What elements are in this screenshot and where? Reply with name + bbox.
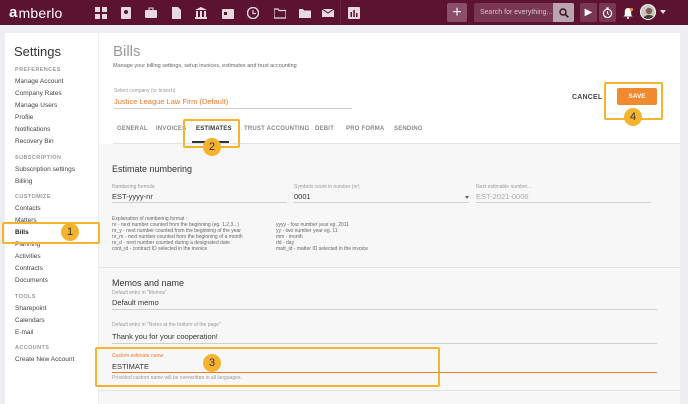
folder-icon[interactable] — [271, 4, 289, 21]
settings-title: Settings — [14, 44, 61, 59]
sidebar-item-profile[interactable]: Profile — [15, 114, 33, 121]
calendar-icon[interactable] — [219, 4, 237, 21]
amberlo-logo[interactable]: a mberlo — [9, 4, 63, 21]
step-badge-4: 4 — [624, 108, 642, 126]
contacts-icon[interactable] — [117, 4, 135, 21]
tab-invoices[interactable]: INVOICES — [156, 126, 186, 132]
sidebar-item-activities[interactable]: Activities — [15, 253, 41, 260]
sidebar-item-manage-users[interactable]: Manage Users — [15, 102, 57, 109]
tab-debit[interactable]: DEBIT — [315, 126, 334, 132]
sidebar-item-create-new-account[interactable]: Create New Account — [15, 356, 74, 363]
section-customize: CUSTOMIZE — [15, 194, 51, 200]
memo-input[interactable]: Default memo — [112, 298, 159, 307]
memos-title: Memos and name — [112, 278, 185, 288]
company-select-label: Select company (or branch) — [114, 88, 176, 94]
page-subtitle: Manage your billing settings, setup invo… — [113, 63, 297, 69]
estimate-numbering-title: Estimate numbering — [112, 164, 193, 174]
symbols-count-label: Symbols count in number (nr) — [294, 184, 360, 190]
time-icon[interactable] — [244, 4, 262, 21]
chevron-down-icon — [465, 196, 469, 199]
nav-divider — [340, 0, 341, 25]
matters-icon[interactable] — [142, 4, 160, 21]
numbering-explanation-left: Explanation of numbering format : nr - n… — [112, 216, 243, 252]
tab-general[interactable]: GENERAL — [117, 126, 148, 132]
sidebar-item-company-rates[interactable]: Company Rates — [15, 90, 62, 97]
section-tools: TOOLS — [15, 294, 36, 300]
next-number-label: Next estimable number... — [476, 184, 532, 190]
sidebar-item-notifications[interactable]: Notifications — [15, 126, 50, 133]
add-new-button[interactable]: + — [447, 3, 467, 22]
numbering-formula-underline — [112, 202, 287, 203]
dashboard-icon[interactable] — [92, 4, 110, 21]
section-accounts: ACCOUNTS — [15, 345, 50, 351]
mail-icon[interactable] — [319, 4, 337, 21]
files-icon[interactable] — [296, 4, 314, 21]
sidebar-item-manage-account[interactable]: Manage Account — [15, 78, 63, 85]
symbols-count-underline — [294, 202, 469, 203]
top-bar: a mberlo + Search for everything... ▶ — [0, 0, 688, 25]
section-preferences: PREFERENCES — [15, 67, 61, 73]
sidebar-item-sharepoint[interactable]: Sharepoint — [15, 305, 46, 312]
tab-pro-forma[interactable]: PRO FORMA — [346, 126, 384, 132]
memo-label: Default entry in "Memos" — [112, 290, 167, 296]
bank-icon[interactable] — [192, 4, 210, 21]
sidebar-item-calendars[interactable]: Calendars — [15, 317, 45, 324]
sidebar-item-email[interactable]: E-mail — [15, 329, 33, 336]
sidebar-item-subscription-settings[interactable]: Subscription settings — [15, 166, 75, 173]
step-badge-3: 3 — [203, 354, 221, 372]
play-timer-button[interactable]: ▶ — [580, 3, 597, 22]
memo-underline — [112, 309, 657, 310]
tab-trust-accounting[interactable]: TRUST ACCOUNTING — [244, 126, 309, 132]
documents-icon[interactable] — [167, 4, 185, 21]
step-badge-2: 2 — [203, 138, 221, 156]
stopwatch-icon[interactable] — [599, 3, 616, 22]
numbering-formula-label: Numbering formula — [112, 184, 155, 190]
sidebar-item-recovery-bin[interactable]: Recovery Bin — [15, 138, 54, 145]
user-avatar[interactable] — [640, 4, 656, 20]
cancel-button[interactable]: CANCEL — [572, 94, 602, 101]
sidebar-item-contacts[interactable]: Contacts — [15, 205, 41, 212]
company-select-underline — [114, 108, 352, 109]
next-number-underline — [476, 202, 651, 203]
notes-underline — [112, 343, 657, 344]
highlight-custom-name — [95, 347, 440, 387]
highlight-bills-item — [2, 222, 100, 244]
step-badge-1: 1 — [61, 223, 79, 241]
numbering-formula-input[interactable]: EST-yyyy-nr — [112, 192, 153, 201]
bottom-divider — [99, 390, 680, 391]
tab-sending[interactable]: SENDING — [394, 126, 423, 132]
bell-icon[interactable] — [619, 4, 637, 21]
section-divider — [99, 267, 680, 268]
symbols-count-select[interactable]: 0001 — [294, 192, 311, 201]
company-select[interactable]: Justice League Law Firm (Default) — [114, 97, 228, 106]
notes-input[interactable]: Thank you for your cooperation! — [112, 332, 218, 341]
numbering-explanation-right: yyyy - four number year eg. 2011 yy - tw… — [276, 222, 368, 252]
user-menu-chevron-down-icon[interactable] — [660, 10, 666, 14]
next-number-input: EST-2021-0006 — [476, 192, 529, 201]
sidebar-item-billing[interactable]: Billing — [15, 178, 32, 185]
notes-label: Default entry in "Notes at the bottom of… — [112, 322, 221, 328]
search-icon[interactable] — [553, 3, 574, 22]
settings-sidebar: Settings PREFERENCES Manage Account Comp… — [5, 33, 98, 404]
sidebar-item-contracts[interactable]: Contracts — [15, 265, 43, 272]
sidebar-item-documents[interactable]: Documents — [15, 277, 48, 284]
section-subscription: SUBSCRIPTION — [15, 155, 62, 161]
reports-icon[interactable] — [345, 4, 363, 21]
page-title: Bills — [113, 43, 141, 60]
